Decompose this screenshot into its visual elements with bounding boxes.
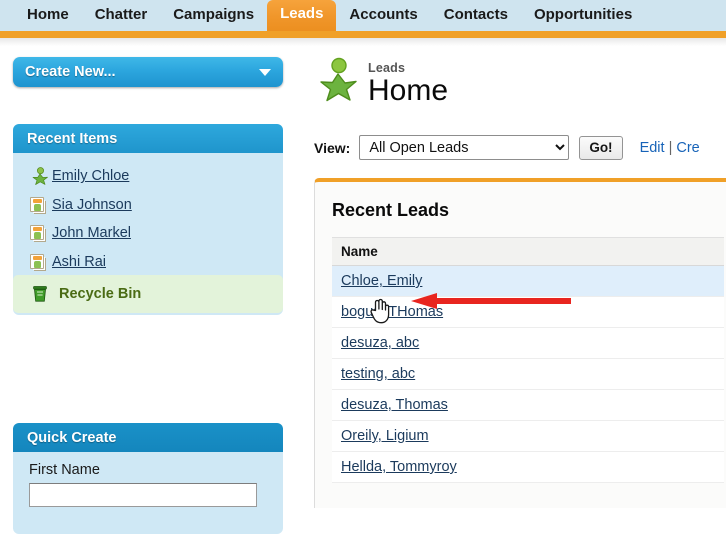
lead-name-link[interactable]: bogus, THomas — [341, 304, 443, 320]
tab-contacts[interactable]: Contacts — [431, 2, 521, 31]
quick-create-form: First Name — [13, 452, 283, 534]
quick-create-title: Quick Create — [27, 429, 117, 446]
tab-opportunities[interactable]: Opportunities — [521, 2, 645, 31]
quick-create-header[interactable]: Quick Create — [13, 423, 283, 452]
view-label: View: — [314, 139, 351, 156]
list-item-label: Sia Johnson — [52, 196, 132, 213]
tabbar-accent-rule — [0, 31, 726, 38]
go-button[interactable]: Go! — [579, 135, 623, 160]
table-header-row: Name — [332, 237, 724, 266]
document-person-icon — [29, 196, 52, 214]
create-view-link[interactable]: Cre — [676, 140, 699, 156]
tab-chatter[interactable]: Chatter — [82, 2, 161, 31]
lead-name-link[interactable]: Hellda, Tommyroy — [341, 459, 457, 475]
quick-create-panel: Quick Create First Name — [13, 423, 283, 534]
link-separator: | — [668, 139, 673, 156]
first-name-label: First Name — [29, 462, 100, 478]
table-row[interactable]: desuza, abc — [332, 327, 724, 359]
table-row[interactable]: Chloe, Emily — [332, 265, 724, 297]
list-item-label: John Markel — [52, 225, 131, 242]
lead-name-link[interactable]: Oreily, Ligium — [341, 428, 429, 444]
main-nav-tabbar: Home Chatter Campaigns Leads Accounts Co… — [0, 0, 726, 31]
first-name-field[interactable] — [29, 483, 257, 507]
column-header-name[interactable]: Name — [332, 237, 724, 266]
table-row[interactable]: Oreily, Ligium — [332, 420, 724, 452]
document-person-icon — [29, 253, 52, 271]
list-item-label: Emily Chloe — [52, 168, 130, 185]
lead-person-icon — [29, 167, 52, 186]
tab-campaigns[interactable]: Campaigns — [160, 2, 267, 31]
edit-view-link[interactable]: Edit — [640, 140, 665, 156]
recycle-bin-label: Recycle Bin — [59, 286, 142, 302]
list-item[interactable]: John Markel — [13, 219, 283, 248]
recent-items-title: Recent Items — [27, 130, 118, 147]
lead-name-link[interactable]: desuza, Thomas — [341, 397, 448, 413]
lead-person-icon — [312, 56, 358, 102]
list-item[interactable]: Ashi Rai — [13, 248, 283, 277]
page-kicker: Leads — [368, 61, 406, 75]
tab-accounts[interactable]: Accounts — [336, 2, 430, 31]
view-selector-row: View: All Open Leads Go! Edit | Cre — [314, 135, 700, 160]
table-row[interactable]: testing, abc — [332, 358, 724, 390]
trash-icon — [31, 285, 49, 303]
lead-name-link[interactable]: Chloe, Emily — [341, 273, 422, 289]
recycle-bin-link[interactable]: Recycle Bin — [13, 275, 283, 313]
main-content: Leads Home View: All Open Leads Go! Edit… — [296, 46, 726, 508]
recent-items-header[interactable]: Recent Items — [13, 124, 283, 153]
table-row[interactable]: desuza, Thomas — [332, 389, 724, 421]
create-new-button[interactable]: Create New... — [13, 57, 283, 87]
tab-leads[interactable]: Leads — [267, 0, 337, 31]
page-title: Home — [368, 74, 449, 107]
list-item-label: Ashi Rai — [52, 253, 106, 270]
create-new-label: Create New... — [25, 64, 116, 80]
lead-name-link[interactable]: testing, abc — [341, 366, 415, 382]
page-header: Leads Home — [312, 56, 448, 108]
sidebar: Create New... Recent Items Emily Chloe S… — [0, 46, 296, 534]
tab-home[interactable]: Home — [14, 2, 82, 31]
list-item[interactable]: Emily Chloe — [13, 162, 283, 191]
view-action-links: Edit | Cre — [640, 140, 700, 156]
document-person-icon — [29, 224, 52, 242]
table-row[interactable]: bogus, THomas — [332, 296, 724, 328]
table-row[interactable]: Hellda, Tommyroy — [332, 451, 724, 483]
view-select[interactable]: All Open Leads — [359, 135, 570, 160]
tabbar-shadow — [0, 38, 726, 46]
recent-leads-panel: Recent Leads Name Chloe, Emily bogus, TH… — [314, 178, 726, 508]
recent-leads-title: Recent Leads — [332, 200, 450, 220]
lead-name-link[interactable]: desuza, abc — [341, 335, 419, 351]
chevron-down-icon — [259, 68, 271, 76]
list-item[interactable]: Sia Johnson — [13, 191, 283, 220]
recent-leads-table: Name Chloe, Emily bogus, THomas desuza, … — [332, 237, 724, 483]
